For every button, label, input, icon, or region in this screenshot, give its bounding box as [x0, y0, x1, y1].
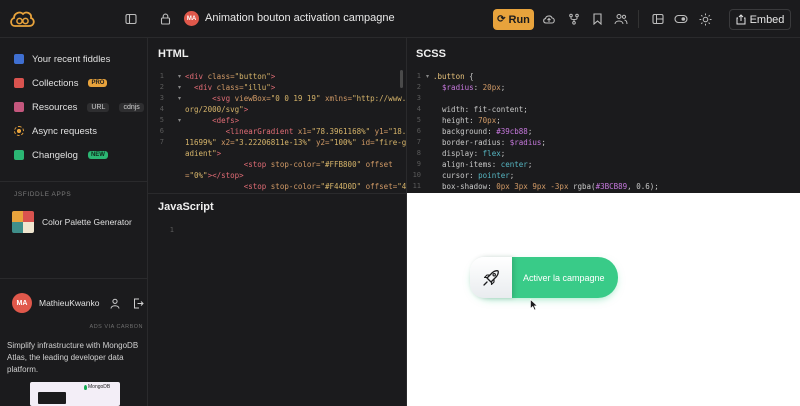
- fold-arrow-icon[interactable]: ▾: [178, 95, 181, 102]
- palette-thumbnail-icon: [12, 211, 34, 233]
- panel-divider[interactable]: [148, 193, 406, 194]
- ad-image[interactable]: MongoDB: [30, 382, 120, 406]
- sidebar-item-label: Your recent fiddles: [32, 53, 111, 65]
- sidebar-item-label: Changelog: [32, 149, 78, 161]
- mouse-cursor-icon: [530, 299, 538, 311]
- button-label: Activer la campagne: [523, 272, 605, 283]
- line-numbers: 1 2 3 4 5 6 7: [159, 72, 164, 146]
- bookmark-icon[interactable]: [589, 11, 605, 27]
- run-button[interactable]: ⟳ Run: [493, 9, 534, 30]
- fold-arrow-icon[interactable]: ▾: [426, 73, 429, 80]
- url-tag[interactable]: URL: [87, 102, 110, 112]
- sidebar-item-label: Collections: [32, 77, 79, 89]
- sidebar-divider: [0, 278, 148, 279]
- jsfiddle-logo-icon[interactable]: [8, 8, 36, 30]
- toggle-icon[interactable]: [673, 11, 689, 27]
- embed-button[interactable]: Embed: [729, 9, 791, 30]
- username[interactable]: MathieuKwanko: [39, 298, 99, 308]
- scss-code[interactable]: .button { $radius: 20px; width: fit-cont…: [433, 71, 659, 192]
- result-preview[interactable]: [407, 193, 800, 406]
- js-editor[interactable]: 1: [148, 220, 406, 406]
- async-icon: [14, 126, 24, 136]
- line-numbers: 1: [169, 226, 174, 234]
- collaborate-users-icon[interactable]: [613, 11, 629, 27]
- refresh-icon: ⟳: [497, 14, 506, 25]
- collections-icon: [14, 78, 24, 88]
- sidebar-item-resources[interactable]: Resources URL cdnjs: [14, 99, 144, 115]
- html-editor[interactable]: 1 2 3 4 5 6 7 ▾ ▾ ▾ ▾ <div class="button…: [148, 66, 406, 192]
- embed-share-icon: [736, 14, 746, 25]
- resources-icon: [14, 102, 24, 112]
- profile-icon[interactable]: [110, 298, 120, 309]
- new-badge: NEW: [87, 151, 108, 159]
- app-color-palette-generator[interactable]: Color Palette Generator: [12, 211, 132, 233]
- jsfiddle-app: MA Animation bouton activation campagne …: [0, 0, 800, 406]
- cdnjs-tag[interactable]: cdnjs: [119, 102, 144, 112]
- fold-arrow-icon[interactable]: ▾: [178, 84, 181, 91]
- ad-logo-text: MongoDB: [88, 384, 111, 390]
- toggle-sidebar-icon[interactable]: [123, 11, 139, 27]
- sidebar-item-async-requests[interactable]: Async requests: [14, 123, 97, 139]
- layout-icon[interactable]: [650, 11, 666, 27]
- scrollbar[interactable]: [400, 70, 403, 88]
- ad-screenshot: [38, 392, 66, 404]
- sidebar-item-label: Async requests: [32, 125, 97, 137]
- sidebar-item-recent-fiddles[interactable]: Your recent fiddles: [14, 51, 110, 67]
- home-icon: [14, 54, 24, 64]
- avatar: MA: [184, 11, 199, 26]
- activate-campaign-button[interactable]: Activer la campagne: [470, 257, 618, 298]
- app-label: Color Palette Generator: [42, 217, 132, 227]
- rocket-icon: [483, 269, 499, 286]
- fiddle-title[interactable]: Animation bouton activation campagne: [205, 12, 395, 24]
- pro-badge: PRO: [88, 79, 108, 87]
- embed-label: Embed: [749, 13, 785, 26]
- html-code[interactable]: <div class="button"> <div class="illu"> …: [185, 71, 406, 192]
- mongodb-logo-icon: MongoDB: [84, 384, 110, 390]
- sidebar-item-changelog[interactable]: Changelog NEW: [14, 147, 108, 163]
- line-numbers: 1 2 3 4 5 6 7 8 9 10 11: [412, 72, 421, 190]
- top-bar: MA Animation bouton activation campagne …: [0, 0, 800, 38]
- ads-label: ADS VIA CARBON: [89, 324, 143, 330]
- sidebar-item-label: Resources: [32, 101, 78, 113]
- ad-text[interactable]: Simplify infrastructure with MongoDB Atl…: [7, 340, 143, 376]
- logout-icon[interactable]: [133, 298, 145, 309]
- apps-heading: JSFIDDLE APPS: [14, 191, 72, 198]
- sidebar-divider: [0, 181, 148, 182]
- scss-editor[interactable]: 1 2 3 4 5 6 7 8 9 10 11 ▾ .button { $rad…: [407, 66, 800, 192]
- toolbar-divider: [638, 10, 639, 28]
- avatar[interactable]: MA: [12, 293, 32, 313]
- scss-panel-title: SCSS: [416, 48, 446, 60]
- js-panel-title: JavaScript: [158, 201, 214, 213]
- run-label: Run: [508, 13, 530, 26]
- sun-theme-icon[interactable]: [697, 11, 713, 27]
- changelog-icon: [14, 150, 24, 160]
- save-cloud-icon[interactable]: [541, 11, 557, 27]
- lock-icon[interactable]: [157, 11, 173, 27]
- fold-arrow-icon[interactable]: ▾: [178, 73, 181, 80]
- illu-container: [470, 257, 512, 298]
- fork-icon[interactable]: [566, 11, 582, 27]
- sidebar-item-collections[interactable]: Collections PRO: [14, 75, 108, 91]
- fold-arrow-icon[interactable]: ▾: [178, 117, 181, 124]
- user-row: MA MathieuKwanko: [12, 293, 145, 313]
- html-panel-title: HTML: [158, 48, 189, 60]
- sidebar: Your recent fiddles Collections PRO Reso…: [0, 38, 148, 406]
